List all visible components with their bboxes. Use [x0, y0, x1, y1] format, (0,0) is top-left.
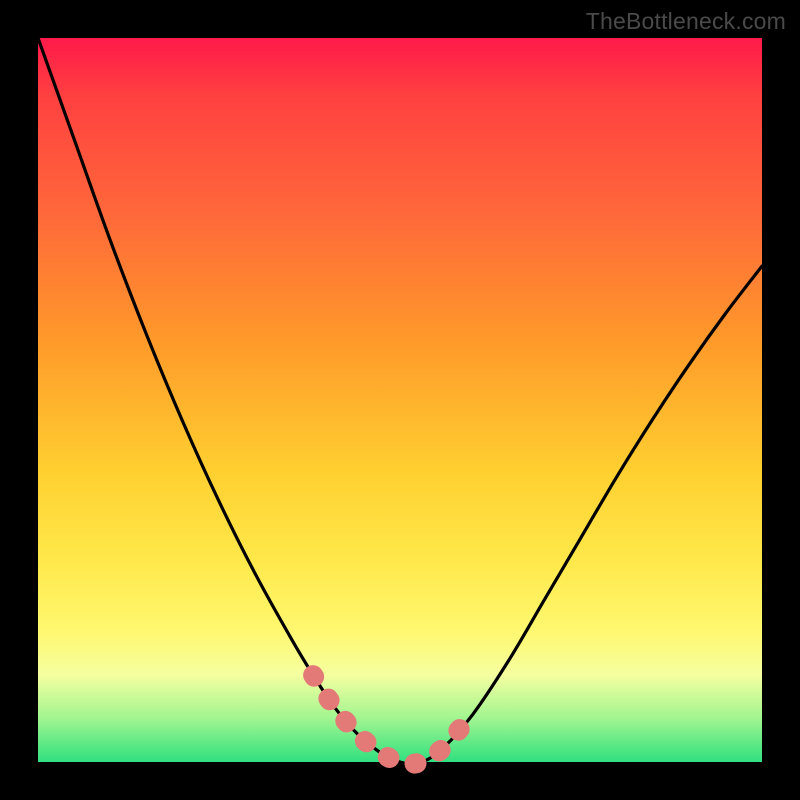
- watermark-text: TheBottleneck.com: [586, 8, 786, 35]
- main-curve-path: [38, 38, 762, 764]
- plot-area: [38, 38, 762, 762]
- highlight-curve-path: [313, 675, 465, 764]
- chart-frame: TheBottleneck.com: [0, 0, 800, 800]
- curve-svg: [38, 38, 762, 762]
